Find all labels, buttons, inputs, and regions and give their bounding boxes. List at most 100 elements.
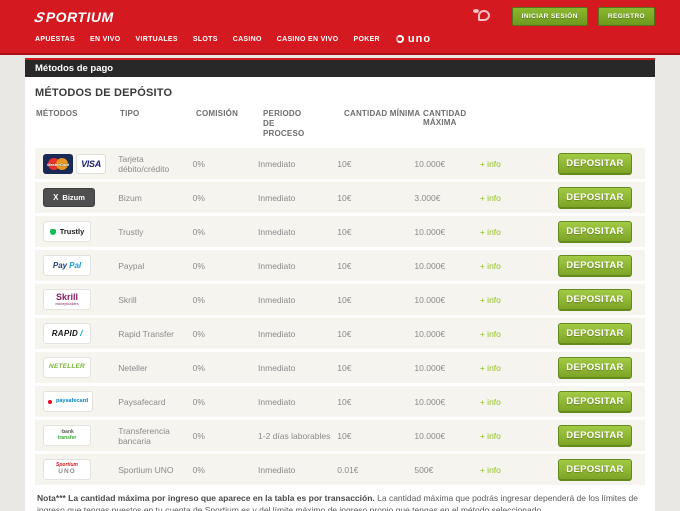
footnote-bold: Nota*** La cantidad máxima por ingreso q… bbox=[37, 493, 375, 503]
visa-icon: VISA bbox=[76, 154, 106, 174]
deposit-button[interactable]: DEPOSITAR bbox=[558, 357, 632, 379]
maxima-cell: 10.000€ bbox=[414, 261, 479, 271]
tipo-cell: Rapid Transfer bbox=[118, 329, 192, 339]
info-link[interactable]: + info bbox=[480, 261, 501, 271]
nav-item-apuestas[interactable]: APUESTAS bbox=[35, 36, 75, 43]
info-link[interactable]: + info bbox=[480, 431, 501, 441]
page-title-bar: Métodos de pago bbox=[25, 58, 655, 77]
minima-cell: 10€ bbox=[337, 227, 414, 237]
header-actions: INICIAR SESIÓN REGISTRO bbox=[473, 7, 655, 26]
page-title: Métodos de pago bbox=[35, 63, 113, 74]
table-row-transferencia-bancaria: ≡banktransferTransferencia bancaria0%1-2… bbox=[35, 420, 645, 451]
col-tipo: TIPO bbox=[120, 109, 196, 118]
col-periodo: PERIODO DE PROCESO bbox=[263, 109, 344, 139]
sportium-uno-logo: SportiumUNO bbox=[43, 459, 91, 480]
comision-cell: 0% bbox=[193, 295, 258, 305]
table-row-paypal: PayPalPaypal0%Inmediato10€10.000€+ infoD… bbox=[35, 250, 645, 281]
tipo-cell: Skrill bbox=[118, 295, 192, 305]
bizum-icon: X bbox=[53, 193, 58, 202]
method-cell: SportiumUNO bbox=[35, 459, 118, 480]
info-link[interactable]: + info bbox=[480, 465, 501, 475]
mastercard-icon: MasterCard bbox=[43, 154, 73, 174]
col-maxima: CANTIDAD MÁXIMA bbox=[423, 109, 490, 127]
uno-circle-icon bbox=[396, 35, 404, 43]
table-row-rapid-transfer: RAPID/Rapid Transfer0%Inmediato10€10.000… bbox=[35, 318, 645, 349]
uno-label: uno bbox=[408, 33, 431, 45]
method-cell: PayPal bbox=[35, 255, 118, 276]
periodo-cell: Inmediato bbox=[258, 465, 337, 475]
method-cell: NETELLER bbox=[35, 357, 118, 378]
table-row-bizum: XBizumBizum0%Inmediato10€3.000€+ infoDEP… bbox=[35, 182, 645, 213]
nav-item-virtuales[interactable]: VIRTUALES bbox=[136, 36, 178, 43]
trustly-logo: Trustly bbox=[43, 221, 91, 242]
paysafecard-icon bbox=[48, 400, 52, 404]
section-title: MÉTODOS DE DEPÓSITO bbox=[35, 87, 645, 99]
deposit-button[interactable]: DEPOSITAR bbox=[558, 323, 632, 345]
register-button[interactable]: REGISTRO bbox=[598, 7, 655, 26]
paypal-logo: PayPal bbox=[43, 255, 91, 276]
login-button[interactable]: INICIAR SESIÓN bbox=[512, 7, 588, 26]
deposit-button[interactable]: DEPOSITAR bbox=[558, 289, 632, 311]
deposit-button[interactable]: DEPOSITAR bbox=[558, 391, 632, 413]
info-link[interactable]: + info bbox=[480, 329, 501, 339]
deposit-button[interactable]: DEPOSITAR bbox=[558, 153, 632, 175]
periodo-cell: Inmediato bbox=[258, 193, 337, 203]
deposit-button[interactable]: DEPOSITAR bbox=[558, 255, 632, 277]
nav-item-uno[interactable]: uno bbox=[396, 33, 431, 45]
tipo-cell: Transferencia bancaria bbox=[118, 426, 192, 446]
deposit-button[interactable]: DEPOSITAR bbox=[558, 425, 632, 447]
maxima-cell: 10.000€ bbox=[414, 431, 479, 441]
tipo-cell: Paypal bbox=[118, 261, 192, 271]
info-link[interactable]: + info bbox=[480, 363, 501, 373]
sportium-logo[interactable]: SPORTIUM bbox=[35, 9, 114, 25]
comision-cell: 0% bbox=[193, 159, 258, 169]
tipo-cell: Neteller bbox=[118, 363, 192, 373]
deposit-button[interactable]: DEPOSITAR bbox=[558, 221, 632, 243]
sportium-logo-text: PORTIUM bbox=[46, 9, 114, 25]
comision-cell: 0% bbox=[193, 363, 258, 373]
minima-cell: 10€ bbox=[337, 295, 414, 305]
comision-cell: 0% bbox=[193, 431, 258, 441]
trustly-icon bbox=[50, 229, 56, 235]
periodo-cell: 1-2 días laborables bbox=[258, 431, 337, 441]
deposit-panel: MÉTODOS DE DEPÓSITO MÉTODOS TIPO COMISIÓ… bbox=[25, 77, 655, 511]
chat-bubble-icon[interactable] bbox=[473, 9, 490, 24]
info-link[interactable]: + info bbox=[480, 397, 501, 407]
deposit-button[interactable]: DEPOSITAR bbox=[558, 459, 632, 481]
nav-item-poker[interactable]: POKER bbox=[354, 36, 380, 43]
tipo-cell: Tarjeta débito/crédito bbox=[118, 154, 192, 174]
nav-item-casino-en-vivo[interactable]: CASINO EN VIVO bbox=[277, 36, 339, 43]
minima-cell: 10€ bbox=[337, 261, 414, 271]
maxima-cell: 10.000€ bbox=[414, 363, 479, 373]
deposit-button[interactable]: DEPOSITAR bbox=[558, 187, 632, 209]
nav-item-casino[interactable]: CASINO bbox=[233, 36, 262, 43]
table-header: MÉTODOS TIPO COMISIÓN PERIODO DE PROCESO… bbox=[35, 109, 645, 139]
minima-cell: 10€ bbox=[337, 431, 414, 441]
info-link[interactable]: + info bbox=[480, 227, 501, 237]
table-row-paysafecard: paysafecardPaysafecard0%Inmediato10€10.0… bbox=[35, 386, 645, 417]
periodo-cell: Inmediato bbox=[258, 295, 337, 305]
periodo-cell: Inmediato bbox=[258, 329, 337, 339]
info-link[interactable]: + info bbox=[480, 193, 501, 203]
col-comision: COMISIÓN bbox=[196, 109, 263, 118]
tipo-cell: Trustly bbox=[118, 227, 192, 237]
rapid-logo: RAPID/ bbox=[43, 323, 91, 344]
paysafecard-logo: paysafecard bbox=[43, 391, 93, 412]
tipo-cell: Paysafecard bbox=[118, 397, 192, 407]
col-minima: CANTIDAD MÍNIMA bbox=[344, 109, 423, 118]
minima-cell: 10€ bbox=[337, 363, 414, 373]
maxima-cell: 3.000€ bbox=[414, 193, 479, 203]
info-link[interactable]: + info bbox=[480, 159, 501, 169]
nav-item-en-vivo[interactable]: EN VIVO bbox=[90, 36, 121, 43]
table-row-neteller: NETELLERNeteller0%Inmediato10€10.000€+ i… bbox=[35, 352, 645, 383]
periodo-cell: Inmediato bbox=[258, 159, 337, 169]
maxima-cell: 500€ bbox=[414, 465, 479, 475]
comision-cell: 0% bbox=[193, 329, 258, 339]
comision-cell: 0% bbox=[193, 397, 258, 407]
minima-cell: 0.01€ bbox=[337, 465, 414, 475]
info-link[interactable]: + info bbox=[480, 295, 501, 305]
maxima-cell: 10.000€ bbox=[414, 227, 479, 237]
table-row-sportium-uno: SportiumUNOSportium UNO0%Inmediato0.01€5… bbox=[35, 454, 645, 485]
nav-item-slots[interactable]: SLOTS bbox=[193, 36, 218, 43]
method-cell: paysafecard bbox=[35, 391, 118, 412]
